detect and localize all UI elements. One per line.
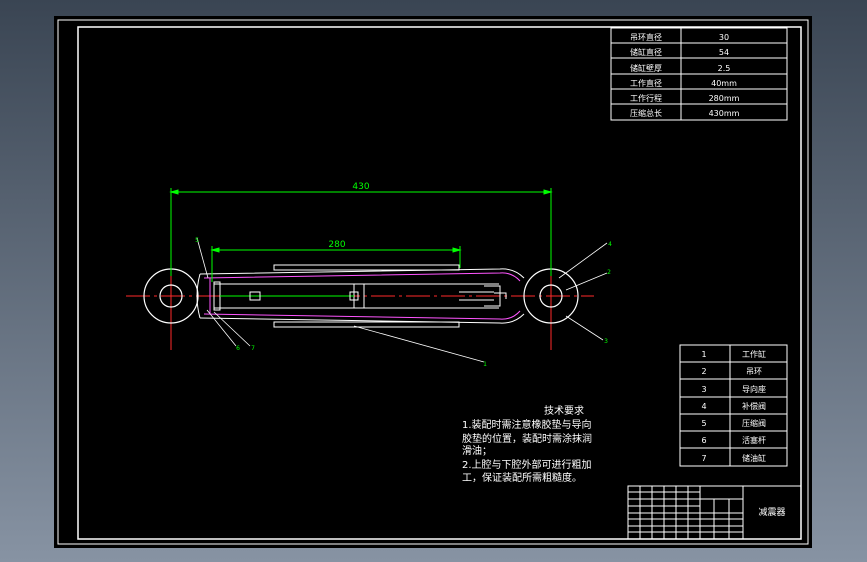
tech-requirement-line: 滑油； — [462, 444, 492, 457]
balloon-label: 3 — [604, 338, 608, 345]
dimension-overall — [169, 188, 553, 276]
damper-body — [196, 264, 525, 328]
part-name: 工作缸 — [742, 349, 766, 359]
part-name: 补偿阀 — [742, 401, 766, 411]
cad-viewport: 吊环直径 30 储缸直径 54 储缸壁厚 2.5 工作直径 40mm 工作行程 280mm 压缩总长… — [0, 0, 867, 562]
part-name: 压缩阀 — [742, 418, 766, 428]
param-value: 280mm — [709, 94, 740, 103]
param-value: 2.5 — [718, 64, 731, 73]
param-label: 压缩总长 — [630, 108, 662, 118]
param-label: 吊环直径 — [630, 32, 662, 42]
param-label: 工作行程 — [630, 93, 662, 103]
part-number: 5 — [701, 419, 706, 428]
part-number: 6 — [701, 436, 706, 445]
tech-requirement-line: 胶垫的位置，装配时需涂抹润 — [462, 432, 592, 445]
parts-list-table — [679, 344, 788, 467]
part-number: 4 — [701, 402, 706, 411]
part-number: 3 — [701, 385, 706, 394]
param-label: 储缸直径 — [630, 47, 662, 57]
parts-list-text: 1 工作缸 2 吊环 3 导向座 4 补偿阀 5 压缩阀 6 活塞杆 7 储油缸 — [701, 349, 766, 463]
balloon-labels: 1 2 3 4 5 6 7 — [195, 237, 612, 368]
tech-requirements: 技术要求1.装配时需注意橡胶垫与导向胶垫的位置，装配时需涂抹润滑油；2.上腔与下… — [462, 404, 592, 484]
dimension-stroke — [210, 246, 462, 282]
dimension-overall-label: 430 — [352, 182, 369, 192]
balloon-label: 4 — [608, 241, 612, 248]
param-value: 40mm — [711, 79, 737, 88]
title-block-name: 减震器 — [758, 506, 785, 518]
balloon-label: 7 — [251, 345, 255, 352]
part-name: 活塞杆 — [742, 435, 766, 445]
balloon-label: 1 — [483, 361, 487, 368]
balloon-label: 6 — [236, 345, 240, 352]
part-name: 吊环 — [746, 367, 762, 376]
balloon-label: 5 — [195, 237, 199, 244]
tech-requirement-line: 1.装配时需注意橡胶垫与导向 — [462, 418, 592, 431]
param-value: 54 — [719, 48, 729, 57]
param-label: 工作直径 — [630, 78, 662, 88]
parameter-table-text: 吊环直径 30 储缸直径 54 储缸壁厚 2.5 工作直径 40mm 工作行程 280mm 压缩总长… — [630, 32, 740, 118]
param-value: 30 — [719, 33, 729, 42]
centerlines — [126, 254, 594, 350]
param-label: 储缸壁厚 — [630, 63, 662, 73]
part-number: 1 — [701, 350, 706, 359]
part-number: 2 — [701, 367, 706, 376]
tech-requirement-line: 工，保证装配所需粗糙度。 — [462, 471, 582, 484]
dimension-stroke-label: 280 — [328, 240, 345, 250]
part-number: 7 — [701, 454, 706, 463]
part-name: 储油缸 — [742, 453, 766, 463]
balloon-label: 2 — [607, 269, 611, 276]
drawing-sheet: 吊环直径 30 储缸直径 54 储缸壁厚 2.5 工作直径 40mm 工作行程 280mm 压缩总长… — [54, 16, 812, 548]
drawing-canvas: 吊环直径 30储缸直径 54储缸壁厚 2.5工作直径 40mm工作行程 280mm压缩总长… — [57, 19, 809, 545]
tech-requirement-line: 2.上腔与下腔外部可进行粗加 — [462, 458, 592, 471]
param-value: 430mm — [709, 109, 740, 118]
part-name: 导向座 — [742, 384, 766, 394]
tech-requirements-title: 技术要求 — [544, 404, 584, 417]
